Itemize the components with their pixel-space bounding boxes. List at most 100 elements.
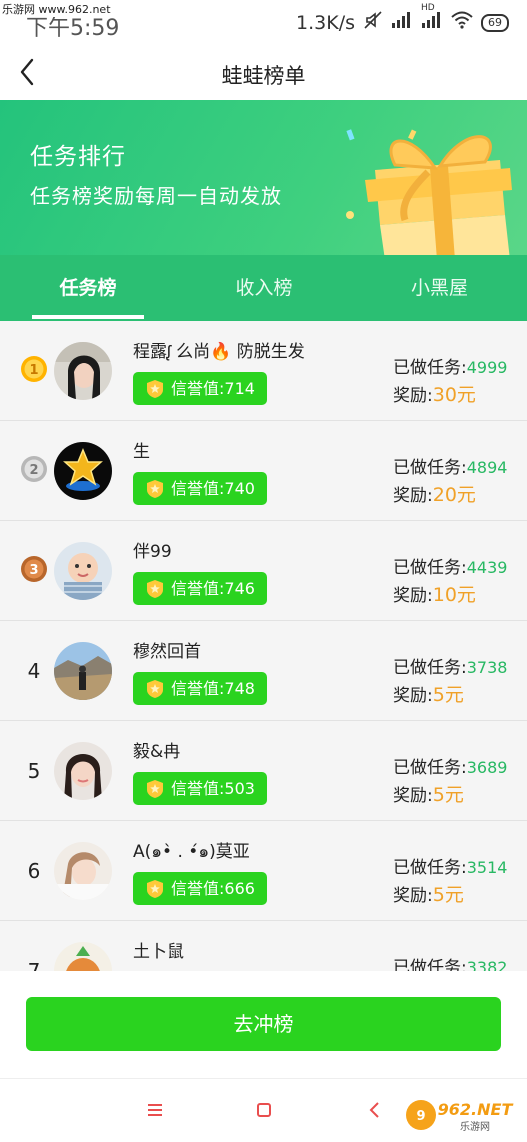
banner-title: 任务排行 [30, 144, 126, 170]
shield-star-icon [147, 380, 163, 398]
ranking-row[interactable]: 4 穆然回首 信誉值:748 已做任务:3738 奖励:5元 [0, 621, 527, 721]
svg-text:2: 2 [29, 463, 38, 478]
reward-amount: 30元 [432, 384, 476, 406]
tasks-done: 已做任务:4439 [393, 553, 507, 578]
avatar[interactable] [54, 742, 112, 800]
ranking-row[interactable]: 7 土卜鼠 已做任务:3382 [0, 921, 527, 971]
tasks-done: 已做任务:3738 [393, 653, 507, 678]
tab-blacklist[interactable]: 小黑屋 [352, 255, 527, 321]
ranking-row[interactable]: 5 毅&冉 信誉值:503 已做任务:3689 奖励:5元 [0, 721, 527, 821]
tasks-done-label: 已做任务: [393, 758, 467, 778]
tasks-done-count: 3382 [466, 958, 508, 971]
shield-star-icon [147, 480, 163, 498]
avatar[interactable] [54, 842, 112, 900]
username: 毅&冉 [133, 742, 181, 762]
avatar[interactable] [54, 542, 112, 600]
reward-amount: 20元 [432, 484, 476, 506]
navigation-bar: 蛙蛙榜单 [0, 42, 527, 102]
menu-button[interactable] [142, 1097, 168, 1123]
username: A(๑•̀ . •́๑)莫亚 [133, 842, 250, 862]
ranking-row[interactable]: 3 伴99 信誉值:746 已做任务:4439 奖励:10元 [0, 521, 527, 621]
tasks-done-label: 已做任务: [393, 458, 467, 478]
credit-value: 信誉值:746 [171, 579, 255, 598]
gift-box-icon [346, 129, 512, 255]
tasks-done-count: 3689 [466, 758, 508, 777]
rank-number: 6 [27, 859, 41, 883]
status-bar: 下午5:59 乐游网 www.962.net 1.3K/s HD 69 [0, 0, 527, 42]
tasks-done-label: 已做任务: [393, 958, 467, 971]
avatar[interactable] [54, 942, 112, 971]
username: 伴99 [133, 542, 172, 562]
tasks-done-count: 3738 [466, 658, 508, 677]
credit-badge: 信誉值:740 [133, 472, 267, 505]
reward-label: 奖励: [393, 586, 433, 606]
credit-value: 信誉值:748 [171, 679, 255, 698]
watermark-text: 乐游网 www.962.net [2, 1, 111, 17]
ranking-row[interactable]: 1 程露ᶘ 么尚🔥 防脱生发 信誉值:714 已做任务:4999 奖励:30元 [0, 321, 527, 421]
hd-label: HD [421, 3, 435, 13]
ranking-list[interactable]: 1 程露ᶘ 么尚🔥 防脱生发 信誉值:714 已做任务:4999 奖励:30元 … [0, 321, 527, 971]
reward: 奖励:10元 [393, 580, 476, 607]
wifi-icon [451, 11, 473, 34]
rank-number: 5 [27, 759, 41, 783]
svg-text:9: 9 [416, 1109, 425, 1124]
tasks-done-count: 3514 [466, 858, 508, 877]
battery-indicator: 69 [481, 13, 509, 32]
avatar[interactable] [54, 342, 112, 400]
back-triangle-icon [369, 1102, 379, 1118]
rank-number: 4 [27, 659, 41, 683]
reward-amount: 5元 [432, 884, 464, 906]
credit-badge: 信誉值:746 [133, 572, 267, 605]
tasks-done: 已做任务:3382 [393, 953, 507, 971]
shield-star-icon [147, 780, 163, 798]
reward-label: 奖励: [393, 886, 433, 906]
medal-bronze-icon: 3 [21, 556, 47, 582]
svg-text:3: 3 [29, 563, 38, 578]
rank-number: 7 [27, 959, 41, 971]
shield-star-icon [147, 580, 163, 598]
tasks-done-label: 已做任务: [393, 858, 467, 878]
svg-text:乐游网: 乐游网 [460, 1120, 490, 1133]
credit-value: 信誉值:666 [171, 879, 255, 898]
ranking-row[interactable]: 6 A(๑•̀ . •́๑)莫亚 信誉值:666 已做任务:3514 奖励:5元 [0, 821, 527, 921]
reward-label: 奖励: [393, 786, 433, 806]
tasks-done: 已做任务:3689 [393, 753, 507, 778]
svg-text:1: 1 [29, 363, 38, 378]
tasks-done-count: 4999 [466, 358, 508, 377]
page-title: 蛙蛙榜单 [221, 64, 306, 88]
reward-label: 奖励: [393, 686, 433, 706]
tasks-done-count: 4439 [466, 558, 508, 577]
tasks-done-label: 已做任务: [393, 358, 467, 378]
medal-silver-icon: 2 [21, 456, 47, 482]
tab-income-ranking[interactable]: 收入榜 [176, 255, 352, 321]
credit-value: 信誉值:503 [171, 779, 255, 798]
tasks-done: 已做任务:4894 [393, 453, 507, 478]
reward-amount: 5元 [432, 784, 464, 806]
tasks-done: 已做任务:3514 [393, 853, 507, 878]
avatar[interactable] [54, 442, 112, 500]
credit-badge: 信誉值:503 [133, 772, 267, 805]
credit-value: 信誉值:714 [171, 379, 255, 398]
reward-amount: 10元 [432, 584, 476, 606]
tab-task-ranking[interactable]: 任务榜 [0, 255, 176, 321]
system-back-button[interactable] [362, 1097, 388, 1123]
avatar[interactable] [54, 642, 112, 700]
home-button[interactable] [251, 1097, 277, 1123]
banner-subtitle: 任务榜奖励每周一自动发放 [30, 184, 282, 208]
username: 穆然回首 [133, 642, 201, 662]
tasks-done-label: 已做任务: [393, 558, 467, 578]
reward: 奖励:30元 [393, 380, 476, 407]
go-rank-button[interactable]: 去冲榜 [26, 997, 501, 1051]
mute-icon [363, 10, 383, 35]
active-tab-indicator [32, 315, 144, 319]
network-speed: 1.3K/s [296, 11, 355, 34]
ranking-row[interactable]: 2 生 信誉值:740 已做任务:4894 奖励:20元 [0, 421, 527, 521]
tasks-done: 已做任务:4999 [393, 353, 507, 378]
home-square-icon [257, 1103, 271, 1117]
reward-amount: 5元 [432, 684, 464, 706]
credit-badge: 信誉值:666 [133, 872, 267, 905]
username: 土卜鼠 [133, 942, 184, 962]
reward: 奖励:5元 [393, 680, 464, 707]
signal-icon [391, 11, 413, 34]
menu-icon [148, 1104, 162, 1116]
